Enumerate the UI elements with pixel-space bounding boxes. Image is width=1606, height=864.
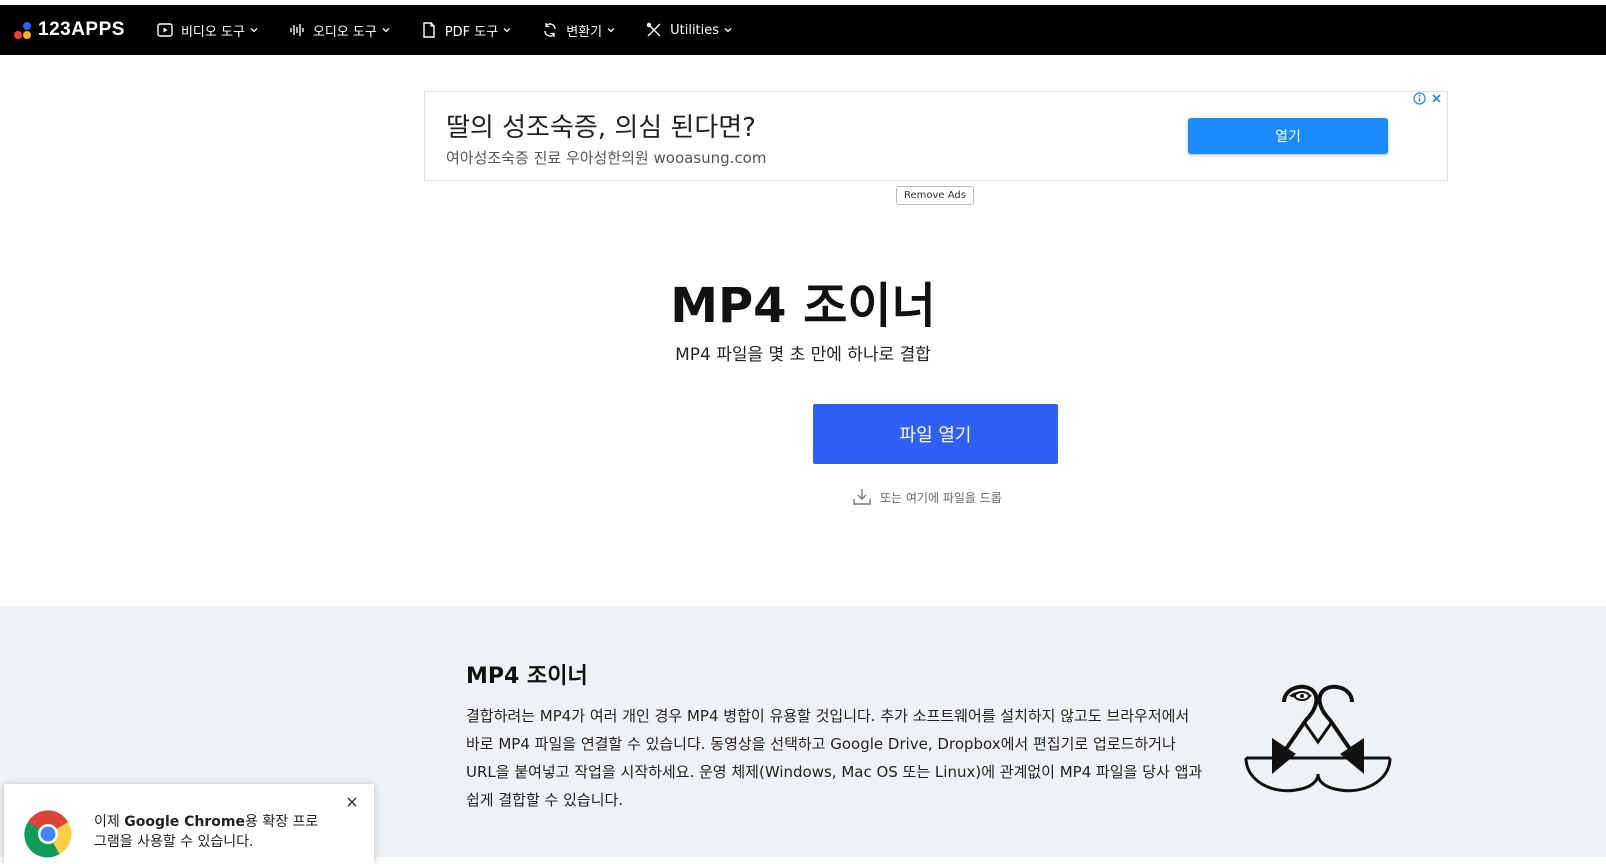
waveform-icon [287,20,307,40]
chevron-down-icon [607,28,615,33]
ad-controls [1413,92,1443,105]
chrome-icon [24,810,72,858]
drop-zone-hint: 또는 여기에 파일을 드롭 [852,488,1002,506]
play-icon [155,20,175,40]
info-body: 결합하려는 MP4가 여러 개인 경우 MP4 병합이 유용할 것입니다. 추가… [466,707,1203,809]
ad-info-icon[interactable] [1413,92,1426,105]
ad-subtitle[interactable]: 여아성조숙증 진료 우아성한의원 wooasung.com [446,147,766,168]
brand-name: 123APPS [38,19,125,40]
logo-dots-icon [14,20,34,40]
brand-logo[interactable]: 123APPS [14,19,125,41]
nav-audio-tools[interactable]: 오디오 도구 [287,20,391,40]
ad-close-icon[interactable] [1430,92,1443,105]
drop-text: 또는 여기에 파일을 드롭 [880,490,1002,505]
remove-ads-button[interactable]: Remove Ads [896,186,974,205]
nav-label: 비디오 도구 [180,24,245,40]
tools-icon [644,20,664,40]
ad-open-button[interactable]: 열기 [1188,118,1388,154]
nav-label: 변환기 [566,24,603,40]
ad-title[interactable]: 딸의 성조숙증, 의심 된다면? [446,107,756,144]
convert-icon [540,20,560,40]
chrome-toast-text: 이제 Google Chrome용 확장 프로그램을 사용할 수 있습니다. [94,812,324,852]
page-subtitle: MP4 파일을 몇 초 만에 하나로 결합 [675,345,931,365]
chevron-down-icon [724,28,732,33]
open-file-button[interactable]: 파일 열기 [813,404,1058,464]
chevron-down-icon [250,28,258,33]
nav-label: Utilities [670,22,720,38]
chevron-down-icon [503,28,511,33]
page-title: MP4 조이너 [670,278,936,334]
nav-label: PDF 도구 [444,24,499,40]
document-icon [419,20,439,40]
nav-pdf-tools[interactable]: PDF 도구 [419,20,512,40]
info-title: MP4 조이너 [466,664,588,689]
ad-banner[interactable]: 딸의 성조숙증, 의심 된다면? 여아성조숙증 진료 우아성한의원 wooasu… [424,91,1448,181]
chrome-extension-toast[interactable]: 이제 Google Chrome용 확장 프로그램을 사용할 수 있습니다. [4,784,374,864]
nav-utilities[interactable]: Utilities [644,20,733,40]
toast-text-bold: Google Chrome [124,814,245,830]
nav-video-tools[interactable]: 비디오 도구 [155,20,259,40]
download-icon [853,489,871,505]
top-navbar: 123APPS 비디오 도구 오디오 도구 PDF 도구 변환기 Utiliti [0,5,1606,55]
nav-label: 오디오 도구 [312,24,377,40]
chevron-down-icon [382,28,390,33]
flamingo-mascot-icon [1244,684,1392,793]
nav-converter[interactable]: 변환기 [540,20,616,40]
close-icon[interactable] [346,796,358,808]
toast-text-start: 이제 [94,814,125,830]
